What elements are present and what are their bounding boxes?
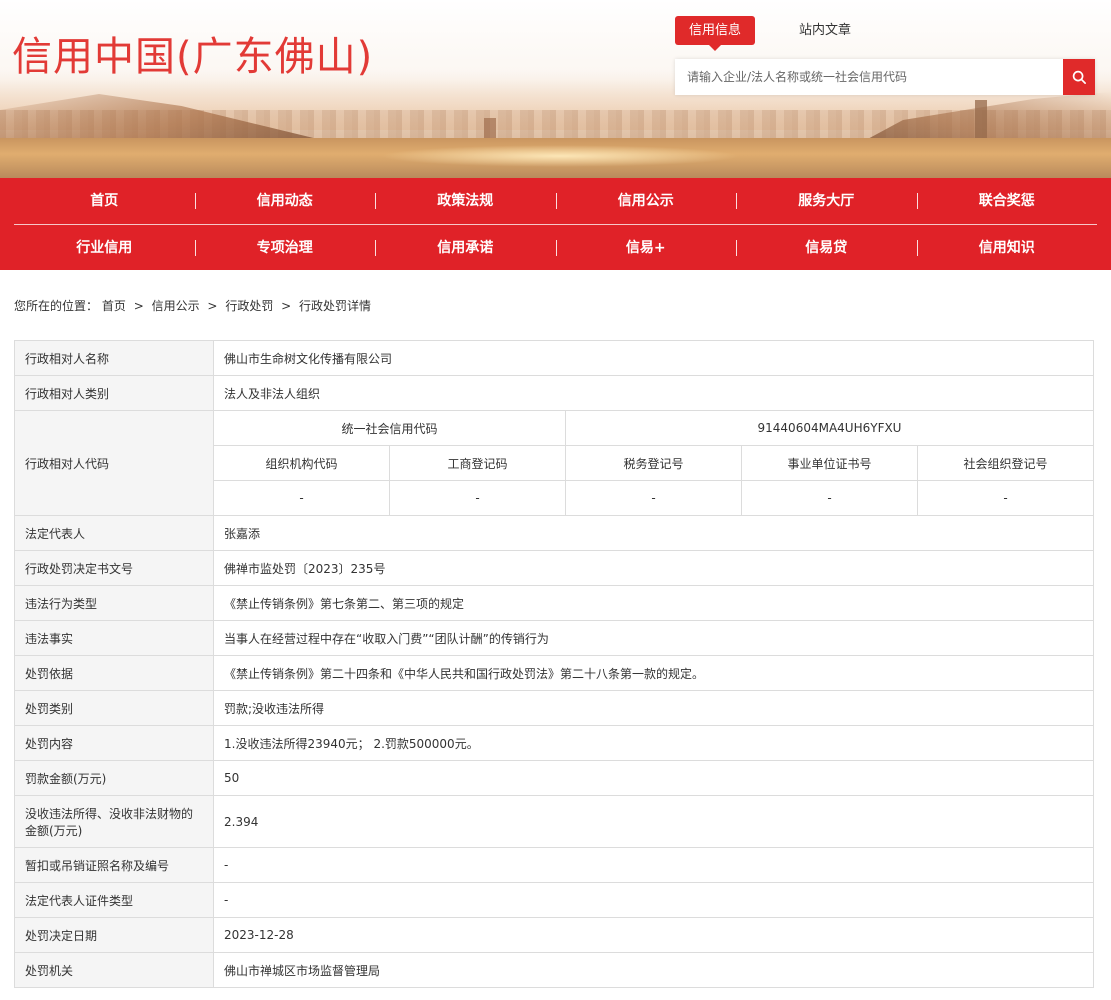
field-label: 处罚机关 <box>14 952 214 988</box>
field-value: 50 <box>213 760 1094 796</box>
nav-item-credit-disclosure[interactable]: 信用公示 <box>555 178 737 224</box>
nav-item-policies[interactable]: 政策法规 <box>375 178 556 224</box>
sub-header-business-reg: 工商登记码 <box>389 445 566 481</box>
nav-item-special-governance[interactable]: 专项治理 <box>194 225 376 271</box>
field-value: - <box>213 882 1094 918</box>
field-label: 处罚类别 <box>14 690 214 726</box>
search-input[interactable] <box>675 59 1063 95</box>
site-title[interactable]: 信用中国(广东佛山) <box>12 24 373 82</box>
field-label: 违法行为类型 <box>14 585 214 621</box>
search-tab-site-articles[interactable]: 站内文章 <box>785 16 865 45</box>
table-row: 法定代表人证件类型 - <box>14 882 1094 918</box>
field-value: 法人及非法人组织 <box>213 375 1094 411</box>
table-row: 违法行为类型 《禁止传销条例》第七条第二、第三项的规定 <box>14 585 1094 621</box>
nav-row-2: 行业信用 专项治理 信用承诺 信易+ 信易贷 信用知识 <box>14 224 1097 270</box>
field-value: - <box>213 847 1094 883</box>
nav-item-xinyi-plus[interactable]: 信易+ <box>555 225 737 271</box>
field-value: 佛禅市监处罚〔2023〕235号 <box>213 550 1094 586</box>
sub-header-tax-reg: 税务登记号 <box>565 445 742 481</box>
nav-item-credit-knowledge[interactable]: 信用知识 <box>916 225 1098 271</box>
breadcrumb-prefix: 您所在的位置： <box>14 299 99 313</box>
breadcrumb-admin-penalty[interactable]: 行政处罚 <box>225 297 273 315</box>
breadcrumb-current: 行政处罚详情 <box>299 299 372 313</box>
table-row: 罚款金额(万元) 50 <box>14 760 1094 796</box>
table-row: 违法事实 当事人在经营过程中存在“收取入门费”“团队计酬”的传销行为 <box>14 620 1094 656</box>
field-label: 没收违法所得、没收非法财物的金额(万元) <box>14 795 214 848</box>
nav-row-1: 首页 信用动态 政策法规 信用公示 服务大厅 联合奖惩 <box>14 178 1097 224</box>
breadcrumb-separator: > <box>281 299 292 313</box>
uscc-value: 91440604MA4UH6YFXU <box>565 410 1094 446</box>
sub-header-institution-cert: 事业单位证书号 <box>741 445 918 481</box>
field-label: 法定代表人证件类型 <box>14 882 214 918</box>
nav-item-service-hall[interactable]: 服务大厅 <box>736 178 917 224</box>
sub-header-social-org-reg: 社会组织登记号 <box>917 445 1094 481</box>
nav-item-credit-news[interactable]: 信用动态 <box>194 178 376 224</box>
breadcrumb-credit-disclosure[interactable]: 信用公示 <box>152 297 200 315</box>
field-value: 《禁止传销条例》第二十四条和《中华人民共和国行政处罚法》第二十八条第一款的规定。 <box>213 655 1094 691</box>
field-label: 处罚内容 <box>14 725 214 761</box>
field-label: 罚款金额(万元) <box>14 760 214 796</box>
nav-item-home[interactable]: 首页 <box>14 178 195 224</box>
field-value: 佛山市生命树文化传播有限公司 <box>213 340 1094 376</box>
field-value: 罚款;没收违法所得 <box>213 690 1094 726</box>
table-row: 处罚内容 1.没收违法所得23940元； 2.罚款500000元。 <box>14 725 1094 761</box>
field-label: 违法事实 <box>14 620 214 656</box>
search-icon <box>1072 70 1086 84</box>
sub-header-org-code: 组织机构代码 <box>213 445 390 481</box>
search-button[interactable] <box>1063 59 1095 95</box>
table-row: 处罚依据 《禁止传销条例》第二十四条和《中华人民共和国行政处罚法》第二十八条第一… <box>14 655 1094 691</box>
nav-item-joint-rewards[interactable]: 联合奖惩 <box>916 178 1098 224</box>
nav-item-xinyi-loan[interactable]: 信易贷 <box>736 225 917 271</box>
field-label: 处罚依据 <box>14 655 214 691</box>
sub-value-tax-reg: - <box>565 480 742 516</box>
table-row: 行政相对人名称 佛山市生命树文化传播有限公司 <box>14 340 1094 376</box>
field-label: 行政相对人代码 <box>14 410 214 516</box>
table-row: 处罚决定日期 2023-12-28 <box>14 917 1094 953</box>
table-row: 行政相对人代码 统一社会信用代码 91440604MA4UH6YFXU <box>14 410 1094 516</box>
field-value: 《禁止传销条例》第七条第二、第三项的规定 <box>213 585 1094 621</box>
field-label: 法定代表人 <box>14 515 214 551</box>
nav-item-industry-credit[interactable]: 行业信用 <box>14 225 195 271</box>
table-row: 没收违法所得、没收非法财物的金额(万元) 2.394 <box>14 795 1094 848</box>
table-row: 处罚机关 佛山市禅城区市场监督管理局 <box>14 952 1094 988</box>
field-value: 张嘉添 <box>213 515 1094 551</box>
table-row: 处罚类别 罚款;没收违法所得 <box>14 690 1094 726</box>
search-box <box>675 59 1095 95</box>
field-label: 暂扣或吊销证照名称及编号 <box>14 847 214 883</box>
field-label: 行政相对人类别 <box>14 375 214 411</box>
table-row: 行政处罚决定书文号 佛禅市监处罚〔2023〕235号 <box>14 550 1094 586</box>
sub-value-social-org-reg: - <box>917 480 1094 516</box>
penalty-detail-table: 行政相对人名称 佛山市生命树文化传播有限公司 行政相对人类别 法人及非法人组织 … <box>14 340 1094 988</box>
main-nav: 首页 信用动态 政策法规 信用公示 服务大厅 联合奖惩 行业信用 专项治理 信用… <box>0 178 1111 270</box>
field-value: 佛山市禅城区市场监督管理局 <box>213 952 1094 988</box>
breadcrumb: 您所在的位置： 首页 > 信用公示 > 行政处罚 > 行政处罚详情 <box>0 297 1111 315</box>
field-label: 行政处罚决定书文号 <box>14 550 214 586</box>
field-value: 2023-12-28 <box>213 917 1094 953</box>
sub-value-business-reg: - <box>389 480 566 516</box>
breadcrumb-separator: > <box>133 299 144 313</box>
banner-water-shine <box>380 145 740 167</box>
header-banner: 信用中国(广东佛山) 信用信息 站内文章 <box>0 0 1111 178</box>
table-row: 暂扣或吊销证照名称及编号 - <box>14 847 1094 883</box>
field-label: 行政相对人名称 <box>14 340 214 376</box>
table-row: 法定代表人 张嘉添 <box>14 515 1094 551</box>
field-value: 当事人在经营过程中存在“收取入门费”“团队计酬”的传销行为 <box>213 620 1094 656</box>
sub-value-org-code: - <box>213 480 390 516</box>
sub-value-institution-cert: - <box>741 480 918 516</box>
field-value: 2.394 <box>213 795 1094 848</box>
field-value: 1.没收违法所得23940元； 2.罚款500000元。 <box>213 725 1094 761</box>
search-tabs: 信用信息 站内文章 <box>675 16 865 51</box>
breadcrumb-home[interactable]: 首页 <box>102 297 126 315</box>
uscc-header: 统一社会信用代码 <box>213 410 566 446</box>
search-tab-credit-info[interactable]: 信用信息 <box>675 16 756 51</box>
field-label: 处罚决定日期 <box>14 917 214 953</box>
nav-item-credit-commitment[interactable]: 信用承诺 <box>375 225 556 271</box>
table-row: 行政相对人类别 法人及非法人组织 <box>14 375 1094 411</box>
breadcrumb-separator: > <box>207 299 218 313</box>
